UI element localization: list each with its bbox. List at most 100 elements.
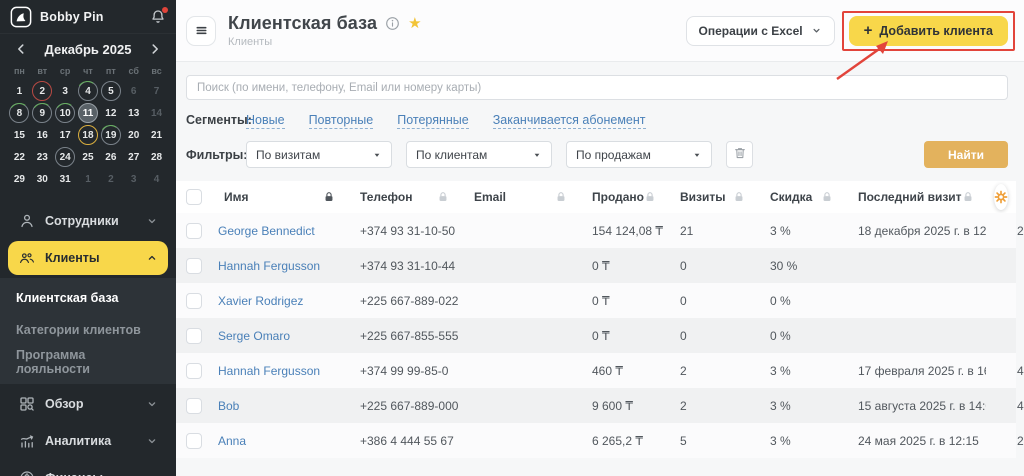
add-client-button[interactable]: + Добавить клиента	[848, 15, 1008, 46]
search-input[interactable]	[186, 75, 1008, 100]
app-logo-icon[interactable]	[10, 6, 32, 28]
calendar-day[interactable]: 12	[101, 103, 121, 123]
calendar-day[interactable]: 15	[9, 125, 29, 145]
calendar-day[interactable]: 3	[124, 169, 144, 189]
cell-phone: +374 93 31-10-44	[360, 258, 456, 273]
client-name-link[interactable]: Serge Omaro	[212, 329, 348, 343]
segment-link-2[interactable]: Повторные	[308, 113, 374, 129]
lock-icon[interactable]	[437, 191, 449, 203]
notification-bell-icon[interactable]	[150, 6, 168, 25]
client-name-link[interactable]: Hannah Fergusson	[212, 364, 348, 378]
calendar-day[interactable]: 25	[78, 147, 98, 167]
calendar-day[interactable]: 30	[32, 169, 52, 189]
calendar-day[interactable]: 19	[100, 125, 121, 145]
calendar-day[interactable]: 16	[32, 125, 52, 145]
cell-visits: 2	[680, 363, 687, 378]
calendar-title: Декабрь 2025	[44, 41, 132, 57]
select-all-checkbox[interactable]	[186, 189, 202, 205]
info-icon[interactable]	[385, 16, 400, 31]
calendar-day[interactable]: 10	[55, 103, 76, 123]
lock-icon[interactable]	[644, 191, 656, 203]
column-header-5: Визиты	[668, 190, 758, 204]
calendar-day[interactable]: 1	[78, 169, 98, 189]
favorite-star-icon[interactable]: ★	[408, 16, 421, 31]
client-name-link[interactable]: George Bennedict	[212, 224, 348, 238]
calendar-next-button[interactable]	[148, 42, 162, 56]
calendar-day[interactable]: 8	[9, 103, 30, 123]
calendar-day[interactable]: 24	[55, 147, 76, 167]
table-body: George Bennedict +374 93 31-10-50 154 124,…	[176, 213, 1024, 458]
row-checkbox[interactable]	[186, 432, 202, 449]
notification-dot	[162, 6, 168, 13]
lock-icon[interactable]	[323, 191, 335, 203]
calendar-day[interactable]: 29	[9, 169, 29, 189]
calendar-day[interactable]: 9	[32, 103, 53, 123]
row-checkbox[interactable]	[186, 257, 202, 274]
sidebar-item-overview[interactable]: Обзор	[8, 387, 168, 421]
menu-toggle-button[interactable]	[186, 15, 216, 46]
filter-select-3[interactable]: По продажам	[566, 141, 712, 168]
calendar-day[interactable]: 21	[147, 125, 167, 145]
calendar-day[interactable]: 6	[124, 81, 144, 101]
lock-icon[interactable]	[821, 191, 833, 203]
calendar-day[interactable]: 26	[101, 147, 121, 167]
filter-select-1[interactable]: По визитам	[246, 141, 392, 168]
calendar-day[interactable]: 4	[147, 169, 167, 189]
client-name-link[interactable]: Hannah Fergusson	[212, 259, 348, 273]
calendar-day[interactable]: 23	[32, 147, 52, 167]
column-header-3: Email	[462, 190, 580, 204]
lock-icon[interactable]	[962, 191, 974, 203]
sidebar-item-analytics[interactable]: Аналитика	[8, 424, 168, 458]
calendar-day[interactable]: 28	[147, 147, 167, 167]
client-name-link[interactable]: Anna	[212, 434, 348, 448]
chevron-down-icon	[146, 398, 158, 410]
calendar-day[interactable]: 18	[77, 125, 98, 145]
calendar-day[interactable]: 2	[32, 81, 53, 101]
lock-icon[interactable]	[733, 191, 745, 203]
calendar-day[interactable]: 2	[101, 169, 121, 189]
calendar-day[interactable]: 13	[124, 103, 144, 123]
table-row: Xavier Rodrigez +225 667-889-022 0 ₸ 0 0 %	[176, 283, 1016, 318]
sidebar-item-label: Клиенты	[45, 251, 100, 265]
calendar-day[interactable]: 31	[55, 169, 75, 189]
filter-select-2[interactable]: По клиентам	[406, 141, 552, 168]
weekday-label: вс	[151, 66, 162, 76]
calendar-day[interactable]: 22	[9, 147, 29, 167]
settings-gear-button[interactable]	[993, 184, 1008, 210]
calendar-days: 1 2 3 4 5 6 7 8 9 10 11 12 13 14 15 16 17 18 19 20 21 22 23 24 2…	[8, 81, 168, 189]
sidebar-item-employees[interactable]: Сотрудники	[8, 204, 168, 238]
sidebar-subitem-loyalty-program[interactable]: Программа лояльности	[0, 346, 176, 378]
find-button[interactable]: Найти	[924, 141, 1008, 168]
row-checkbox[interactable]	[186, 397, 202, 414]
row-checkbox[interactable]	[186, 327, 202, 344]
calendar-day[interactable]: 20	[124, 125, 144, 145]
calendar-day[interactable]: 7	[147, 81, 167, 101]
calendar-day[interactable]: 27	[124, 147, 144, 167]
row-checkbox[interactable]	[186, 362, 202, 379]
calendar-day[interactable]: 11	[77, 103, 98, 123]
segment-link-3[interactable]: Потерянные	[397, 113, 469, 129]
calendar-day[interactable]: 4	[77, 81, 98, 101]
sidebar-item-label: Аналитика	[45, 434, 112, 448]
calendar-day[interactable]: 14	[147, 103, 167, 123]
sidebar-subitem-client-categories[interactable]: Категории клиентов	[0, 314, 176, 346]
clear-filters-button[interactable]	[726, 141, 753, 168]
excel-operations-button[interactable]: Операции с Excel	[685, 15, 835, 46]
logo-bar: Bobby Pin	[0, 0, 176, 34]
calendar-day[interactable]: 5	[100, 81, 121, 101]
calendar-prev-button[interactable]	[14, 42, 28, 56]
lock-icon[interactable]	[555, 191, 567, 203]
calendar-day[interactable]: 17	[55, 125, 75, 145]
sidebar-item-clients[interactable]: Клиенты	[8, 241, 168, 275]
segment-link-4[interactable]: Заканчивается абонемент	[492, 113, 646, 129]
row-checkbox[interactable]	[186, 292, 202, 309]
cell-sold: 460 ₸	[592, 363, 623, 378]
sidebar-item-finances[interactable]: Финансы	[8, 461, 168, 476]
calendar-day[interactable]: 3	[55, 81, 75, 101]
client-name-link[interactable]: Bob	[212, 399, 348, 413]
sidebar-subitem-client-base[interactable]: Клиентская база	[0, 282, 176, 314]
row-checkbox[interactable]	[186, 222, 202, 239]
client-name-link[interactable]: Xavier Rodrigez	[212, 294, 348, 308]
segment-link-1[interactable]: Новые	[246, 113, 285, 129]
calendar-day[interactable]: 1	[9, 81, 29, 101]
